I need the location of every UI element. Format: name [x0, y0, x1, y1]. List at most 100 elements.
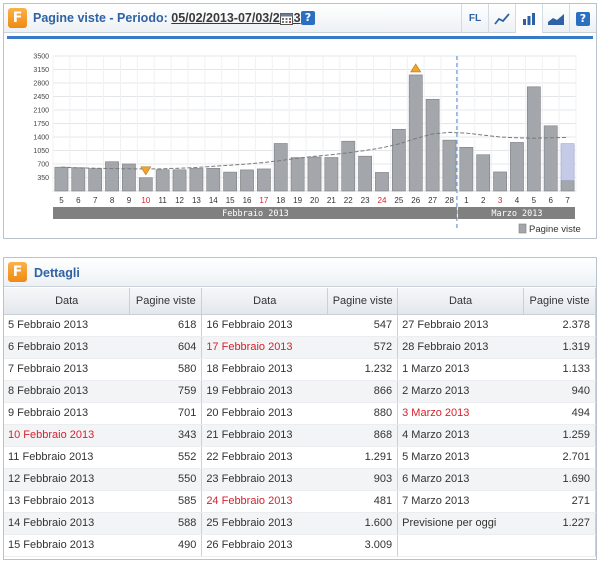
row-views: 490 — [129, 534, 203, 557]
y-tick-label: 1750 — [33, 121, 49, 128]
bar — [425, 98, 440, 192]
fl-button[interactable]: FL — [461, 4, 488, 33]
row-date: 24 Febbraio 2013 — [201, 490, 328, 513]
row-date: 28 Febbraio 2013 — [397, 336, 524, 359]
bar — [375, 172, 389, 192]
row-views: 1.690 — [523, 468, 596, 491]
x-tick-label: 7 — [565, 196, 570, 205]
row-date: 6 Marzo 2013 — [397, 468, 524, 491]
bar — [257, 168, 271, 192]
chart-panel-header: F Pagine viste - Periodo: 05/02/2013-07/… — [4, 4, 596, 33]
x-tick-label: 19 — [293, 196, 302, 205]
chart-help-button[interactable]: ? — [569, 4, 596, 33]
col-header-views[interactable]: Pagine viste — [327, 288, 399, 315]
row-views: 2.701 — [523, 446, 596, 469]
row-views: 701 — [129, 402, 203, 425]
bar — [324, 157, 339, 192]
x-tick-label: 6 — [76, 196, 81, 205]
row-views: 3.009 — [327, 534, 399, 557]
row-views: 759 — [129, 380, 203, 403]
x-tick-label: 8 — [110, 196, 115, 205]
row-date: 8 Febbraio 2013 — [4, 380, 130, 403]
area-chart-button[interactable] — [542, 4, 569, 33]
details-header-row: Data Pagine viste Data Pagine viste Data… — [4, 288, 596, 315]
row-date — [397, 534, 524, 557]
row-date: Previsione per oggi — [397, 512, 524, 535]
row-views: 618 — [129, 314, 203, 337]
table-row: 10 Febbraio 2013 343 21 Febbraio 2013 868 4 … — [4, 424, 596, 447]
help-icon[interactable]: ? — [301, 11, 315, 25]
row-views: 550 — [129, 468, 203, 491]
row-date: 2 Marzo 2013 — [397, 380, 524, 403]
calendar-icon[interactable] — [280, 12, 293, 25]
y-tick-label: 1400 — [33, 135, 49, 142]
bar — [391, 128, 406, 192]
bar — [105, 161, 119, 192]
bar — [358, 155, 372, 192]
row-views: 1.227 — [523, 512, 596, 535]
x-tick-label: 13 — [192, 196, 201, 205]
row-date: 10 Febbraio 2013 — [4, 424, 130, 447]
x-tick-label: 12 — [175, 196, 184, 205]
line-chart-button[interactable] — [488, 4, 515, 33]
row-date: 22 Febbraio 2013 — [201, 446, 328, 469]
row-views: 868 — [327, 424, 399, 447]
month-label: Marzo 2013 — [491, 209, 542, 219]
y-tick-label: 350 — [37, 175, 49, 182]
chart-title-label: Pagine viste - Periodo: — [33, 11, 168, 25]
row-views: 866 — [327, 380, 399, 403]
table-row: 9 Febbraio 2013 701 20 Febbraio 2013 880 3 M… — [4, 402, 596, 425]
row-views: 1.600 — [327, 512, 399, 535]
bar — [273, 143, 288, 192]
bar — [290, 157, 305, 192]
row-date: 26 Febbraio 2013 — [201, 534, 328, 557]
bar-chart-button[interactable] — [515, 4, 542, 33]
bar — [88, 168, 103, 192]
details-body: 5 Febbraio 2013 618 16 Febbraio 2013 547 27 … — [4, 314, 596, 557]
row-date: 15 Febbraio 2013 — [4, 534, 130, 557]
col-header-date[interactable]: Data — [397, 288, 525, 315]
forecast-bar — [560, 143, 575, 181]
table-row: 11 Febbraio 2013 552 22 Febbraio 2013 1.291… — [4, 446, 596, 469]
col-header-date[interactable]: Data — [201, 288, 329, 315]
x-tick-label: 18 — [276, 196, 285, 205]
row-views: 343 — [129, 424, 203, 447]
row-date: 4 Marzo 2013 — [397, 424, 524, 447]
row-views: 588 — [129, 512, 203, 535]
table-row: 8 Febbraio 2013 759 19 Febbraio 2013 866 2 M… — [4, 380, 596, 403]
legend-label: Pagine viste — [529, 224, 581, 235]
bar — [459, 146, 474, 192]
row-views: 552 — [129, 446, 203, 469]
chart-area: 350 700 1050 1400 1750 2100 2450 2800 3150 3500 5 6… — [4, 34, 596, 238]
x-tick-label: 16 — [243, 196, 252, 205]
month-label: Febbraio 2013 — [222, 209, 289, 219]
col-header-date[interactable]: Data — [4, 288, 131, 315]
x-tick-label: 4 — [515, 196, 520, 205]
row-date: 13 Febbraio 2013 — [4, 490, 130, 513]
row-date: 18 Febbraio 2013 — [201, 358, 328, 381]
details-table: Data Pagine viste Data Pagine viste Data… — [4, 288, 596, 557]
row-views — [523, 534, 596, 557]
row-date: 6 Febbraio 2013 — [4, 336, 130, 359]
row-views: 547 — [327, 314, 399, 337]
chart-panel: F Pagine viste - Periodo: 05/02/2013-07/… — [3, 3, 597, 239]
row-date: 7 Febbraio 2013 — [4, 358, 130, 381]
col-header-views[interactable]: Pagine viste — [523, 288, 596, 315]
y-tick-label: 3150 — [33, 67, 49, 74]
bar-chart-icon — [523, 12, 535, 25]
y-tick-label: 2450 — [33, 94, 49, 101]
row-date: 23 Febbraio 2013 — [201, 468, 328, 491]
table-row: 7 Febbraio 2013 580 18 Febbraio 2013 1.232 1… — [4, 358, 596, 381]
row-views: 271 — [523, 490, 596, 513]
table-row: 14 Febbraio 2013 588 25 Febbraio 2013 1.600… — [4, 512, 596, 535]
bar — [510, 142, 524, 192]
x-tick-label: 10 — [141, 196, 150, 205]
x-tick-label: 14 — [209, 196, 218, 205]
x-tick-label: 7 — [93, 196, 98, 205]
row-views: 481 — [327, 490, 399, 513]
details-panel: F Dettagli Data Pagine viste Data Pagine… — [3, 257, 597, 560]
col-header-views[interactable]: Pagine viste — [129, 288, 203, 315]
y-tick-label: 3500 — [33, 54, 49, 61]
page-views-chart: 350 700 1050 1400 1750 2100 2450 2800 3150 3500 5 6… — [33, 54, 581, 236]
y-tick-label: 2100 — [33, 108, 49, 115]
